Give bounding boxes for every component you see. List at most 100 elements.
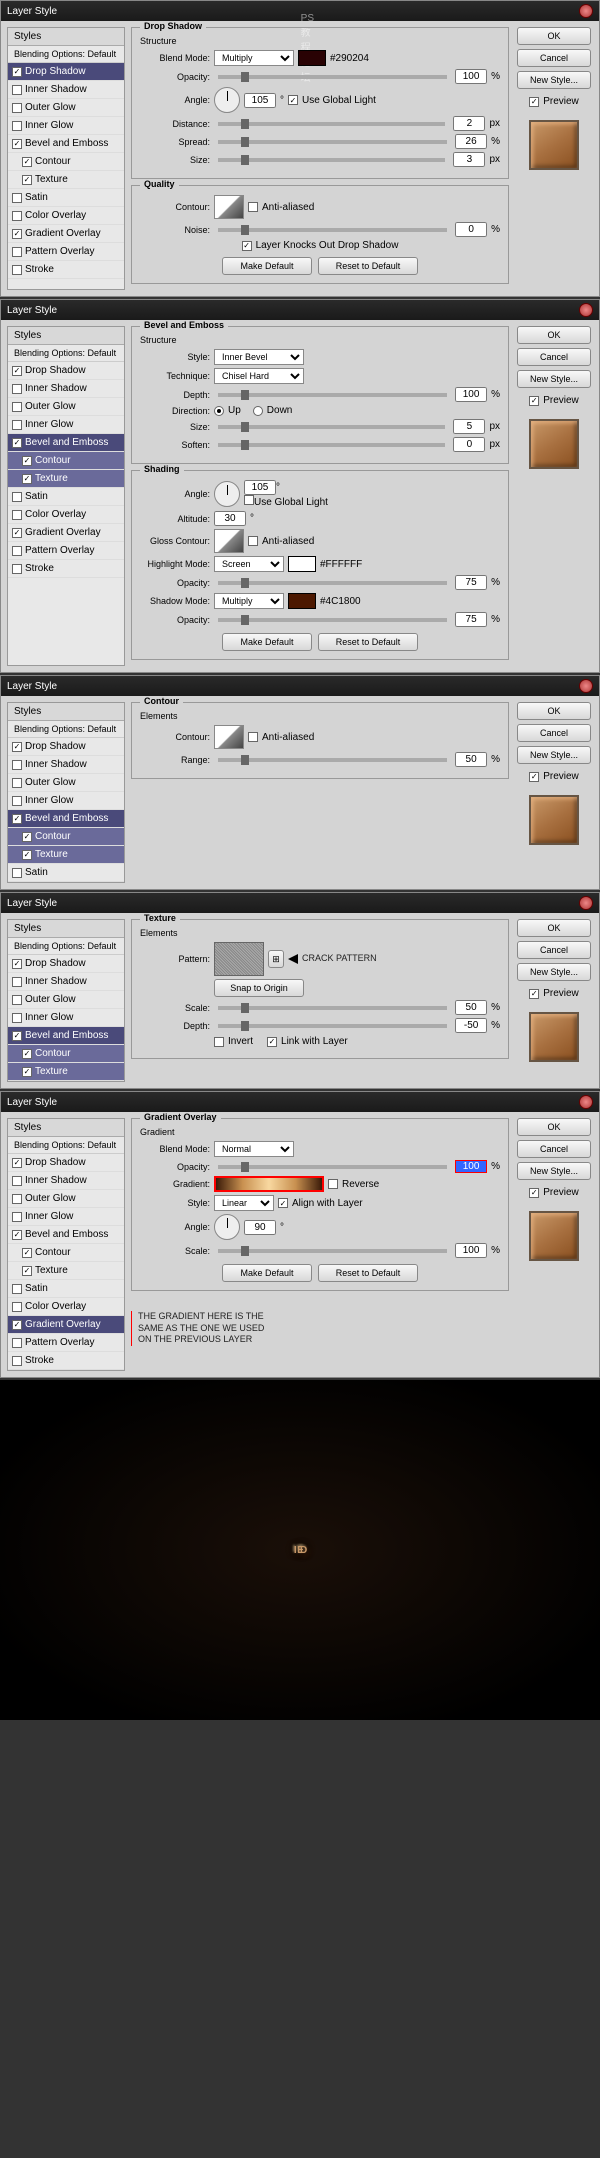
checkbox-icon[interactable] xyxy=(12,121,22,131)
highlight-mode-select[interactable]: Screen xyxy=(214,556,284,572)
opacity-slider[interactable] xyxy=(218,75,447,79)
direction-up-radio[interactable] xyxy=(214,406,224,416)
angle-dial[interactable] xyxy=(214,481,240,507)
align-layer-checkbox[interactable] xyxy=(278,1198,288,1208)
cancel-button[interactable]: Cancel xyxy=(517,1140,591,1158)
opacity-input[interactable] xyxy=(455,1160,487,1173)
checkbox-icon[interactable] xyxy=(12,247,22,257)
global-light-checkbox[interactable] xyxy=(244,495,254,505)
sidebar-gradient-overlay[interactable]: Gradient Overlay xyxy=(8,225,124,243)
close-icon[interactable] xyxy=(579,679,593,693)
reset-default-button[interactable]: Reset to Default xyxy=(318,257,418,275)
color-swatch[interactable] xyxy=(298,50,326,66)
anti-alias-checkbox[interactable] xyxy=(248,202,258,212)
size-slider[interactable] xyxy=(218,158,445,162)
distance-input[interactable] xyxy=(453,116,485,131)
new-style-button[interactable]: New Style... xyxy=(517,1162,591,1180)
ok-button[interactable]: OK xyxy=(517,919,591,937)
scale-input[interactable] xyxy=(455,1243,487,1258)
spread-slider[interactable] xyxy=(218,140,447,144)
cancel-button[interactable]: Cancel xyxy=(517,941,591,959)
highlight-opacity-slider[interactable] xyxy=(218,581,447,585)
blend-mode-select[interactable]: Multiply xyxy=(214,50,294,66)
scale-slider[interactable] xyxy=(218,1006,447,1010)
opacity-input[interactable] xyxy=(455,69,487,84)
reverse-checkbox[interactable] xyxy=(328,1179,338,1189)
contour-picker[interactable] xyxy=(214,195,244,219)
sidebar-texture[interactable]: Texture xyxy=(8,171,124,189)
shadow-color[interactable] xyxy=(288,593,316,609)
angle-input[interactable] xyxy=(244,93,276,108)
cancel-button[interactable]: Cancel xyxy=(517,724,591,742)
depth-slider[interactable] xyxy=(218,393,447,397)
sidebar-bevel[interactable]: Bevel and Emboss xyxy=(8,434,124,452)
make-default-button[interactable]: Make Default xyxy=(222,633,312,651)
technique-select[interactable]: Chisel Hard xyxy=(214,368,304,384)
close-icon[interactable] xyxy=(579,1095,593,1109)
direction-down-radio[interactable] xyxy=(253,406,263,416)
reset-default-button[interactable]: Reset to Default xyxy=(318,1264,418,1282)
checkbox-icon[interactable] xyxy=(12,229,22,239)
angle-dial[interactable] xyxy=(214,87,240,113)
scale-slider[interactable] xyxy=(218,1249,447,1253)
altitude-input[interactable] xyxy=(214,511,246,526)
scale-input[interactable] xyxy=(455,1000,487,1015)
anti-alias-checkbox[interactable] xyxy=(248,732,258,742)
spread-input[interactable] xyxy=(455,134,487,149)
new-style-button[interactable]: New Style... xyxy=(517,370,591,388)
pattern-picker[interactable] xyxy=(214,942,264,976)
shadow-opacity-slider[interactable] xyxy=(218,618,447,622)
sidebar-gradient-overlay[interactable]: Gradient Overlay xyxy=(8,1316,124,1334)
preview-checkbox[interactable] xyxy=(529,97,539,107)
checkbox-icon[interactable] xyxy=(12,103,22,113)
sidebar-color-overlay[interactable]: Color Overlay xyxy=(8,207,124,225)
new-style-button[interactable]: New Style... xyxy=(517,963,591,981)
gloss-contour-picker[interactable] xyxy=(214,529,244,553)
checkbox-icon[interactable] xyxy=(12,265,22,275)
make-default-button[interactable]: Make Default xyxy=(222,1264,312,1282)
cancel-button[interactable]: Cancel xyxy=(517,49,591,67)
sidebar-contour[interactable]: Contour xyxy=(8,153,124,171)
contour-picker[interactable] xyxy=(214,725,244,749)
gradient-picker[interactable] xyxy=(214,1176,324,1192)
size-input[interactable] xyxy=(453,152,485,167)
angle-input[interactable] xyxy=(244,480,276,495)
global-light-checkbox[interactable] xyxy=(288,95,298,105)
style-select[interactable]: Linear xyxy=(214,1195,274,1211)
sidebar-stroke[interactable]: Stroke xyxy=(8,261,124,279)
preview-checkbox[interactable] xyxy=(529,772,539,782)
ok-button[interactable]: OK xyxy=(517,702,591,720)
sidebar-drop-shadow[interactable]: Drop Shadow xyxy=(8,63,124,81)
noise-slider[interactable] xyxy=(218,228,447,232)
preview-checkbox[interactable] xyxy=(529,989,539,999)
depth-slider[interactable] xyxy=(218,1024,447,1028)
ok-button[interactable]: OK xyxy=(517,1118,591,1136)
preview-checkbox[interactable] xyxy=(529,1188,539,1198)
highlight-opacity-input[interactable] xyxy=(455,575,487,590)
checkbox-icon[interactable] xyxy=(22,175,32,185)
sidebar-satin[interactable]: Satin xyxy=(8,189,124,207)
cancel-button[interactable]: Cancel xyxy=(517,348,591,366)
sidebar-texture[interactable]: Texture xyxy=(8,1063,124,1081)
ok-button[interactable]: OK xyxy=(517,27,591,45)
preview-checkbox[interactable] xyxy=(529,396,539,406)
sidebar-drop-shadow[interactable]: Drop Shadow xyxy=(8,362,124,380)
sidebar-inner-glow[interactable]: Inner Glow xyxy=(8,117,124,135)
checkbox-icon[interactable] xyxy=(12,193,22,203)
highlight-color[interactable] xyxy=(288,556,316,572)
range-slider[interactable] xyxy=(218,758,447,762)
opacity-slider[interactable] xyxy=(218,1165,447,1169)
new-style-button[interactable]: New Style... xyxy=(517,746,591,764)
close-icon[interactable] xyxy=(579,896,593,910)
angle-dial[interactable] xyxy=(214,1214,240,1240)
sidebar-head[interactable]: Styles xyxy=(8,28,124,46)
sidebar-inner-shadow[interactable]: Inner Shadow xyxy=(8,81,124,99)
anti-alias-checkbox[interactable] xyxy=(248,536,258,546)
make-default-button[interactable]: Make Default xyxy=(222,257,312,275)
checkbox-icon[interactable] xyxy=(22,157,32,167)
shadow-mode-select[interactable]: Multiply xyxy=(214,593,284,609)
shadow-opacity-input[interactable] xyxy=(455,612,487,627)
blend-mode-select[interactable]: Normal xyxy=(214,1141,294,1157)
snap-origin-button[interactable]: Snap to Origin xyxy=(214,979,304,997)
sidebar-outer-glow[interactable]: Outer Glow xyxy=(8,99,124,117)
